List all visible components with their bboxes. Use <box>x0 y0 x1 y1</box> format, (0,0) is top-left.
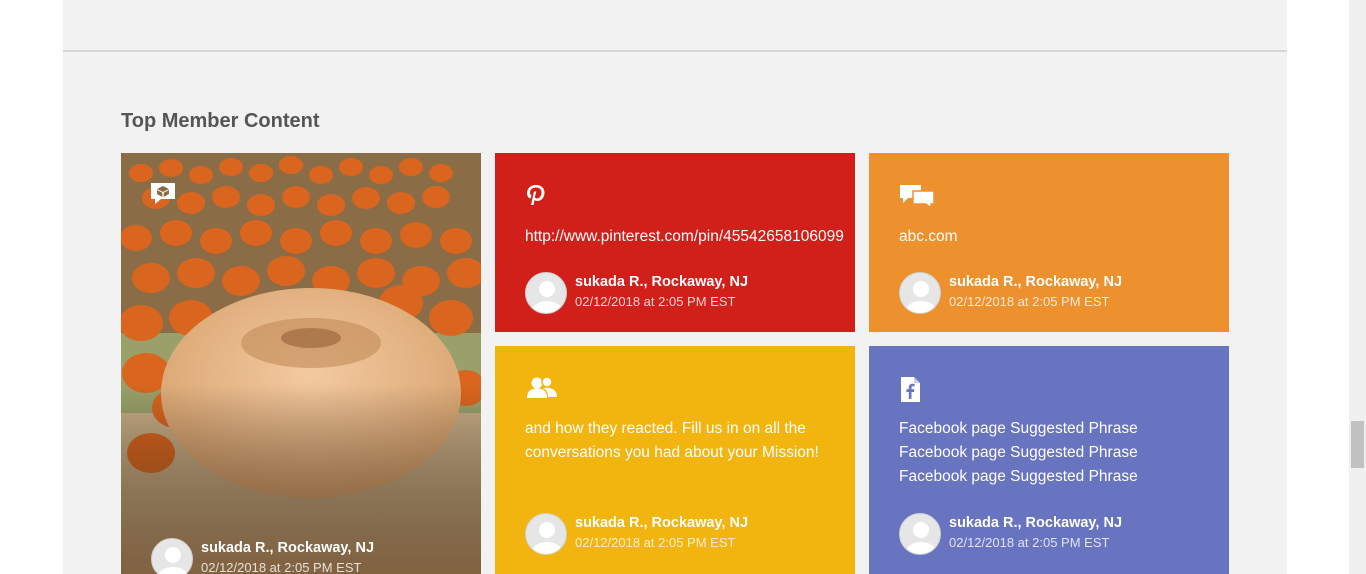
member-content-tile-photo[interactable]: sukada R., Rockaway, NJ 02/12/2018 at 2:… <box>121 153 481 574</box>
post-date: 02/12/2018 at 2:05 PM EST <box>201 560 362 574</box>
author-name[interactable]: sukada R., Rockaway, NJ <box>575 274 748 290</box>
post-date: 02/12/2018 at 2:05 PM EST <box>575 294 736 309</box>
avatar[interactable] <box>525 272 567 314</box>
tile-text-line: Facebook page Suggested Phrase <box>899 444 1138 461</box>
avatar[interactable] <box>525 513 567 555</box>
author-name[interactable]: sukada R., Rockaway, NJ <box>201 540 374 556</box>
people-icon <box>525 376 557 402</box>
tile-link-text[interactable]: http://www.pinterest.com/pin/45542658106… <box>525 225 844 249</box>
post-date: 02/12/2018 at 2:05 PM EST <box>575 535 736 550</box>
tile-text: abc.com <box>899 228 958 245</box>
author-name[interactable]: sukada R., Rockaway, NJ <box>575 515 748 531</box>
speech-bubbles-icon <box>899 183 935 210</box>
section-title: Top Member Content <box>121 110 320 132</box>
tile-text-line: Facebook page Suggested Phrase <box>899 420 1138 437</box>
vertical-scrollbar[interactable] <box>1349 0 1366 574</box>
member-content-tile-comment[interactable]: abc.com sukada R., Rockaway, NJ 02/12/20… <box>869 153 1229 332</box>
pumpkin-photo <box>121 153 481 574</box>
author-name[interactable]: sukada R., Rockaway, NJ <box>949 515 1122 531</box>
section-divider <box>63 50 1287 52</box>
avatar[interactable] <box>151 538 193 574</box>
facebook-page-icon <box>899 376 931 402</box>
member-content-tile-facebook[interactable]: Facebook page Suggested Phrase Facebook … <box>869 346 1229 574</box>
pinterest-icon <box>525 183 557 209</box>
member-content-tile-group[interactable]: and how they reacted. Fill us in on all … <box>495 346 855 574</box>
member-content-tile-pinterest[interactable]: http://www.pinterest.com/pin/45542658106… <box>495 153 855 332</box>
tile-text: Facebook page Suggested Phrase Facebook … <box>899 417 1138 489</box>
avatar[interactable] <box>899 513 941 555</box>
page-content-area: Top Member Content sukada R., Rockaway, … <box>63 0 1287 574</box>
tile-text-line: Facebook page Suggested Phrase <box>899 468 1138 485</box>
post-date: 02/12/2018 at 2:05 PM EST <box>949 535 1110 550</box>
tile-text: and how they reacted. Fill us in on all … <box>525 420 819 461</box>
cube-chat-icon <box>149 181 181 207</box>
avatar[interactable] <box>899 272 941 314</box>
author-name[interactable]: sukada R., Rockaway, NJ <box>949 274 1122 290</box>
post-date: 02/12/2018 at 2:05 PM EST <box>949 294 1110 309</box>
scrollbar-thumb[interactable] <box>1351 421 1364 468</box>
